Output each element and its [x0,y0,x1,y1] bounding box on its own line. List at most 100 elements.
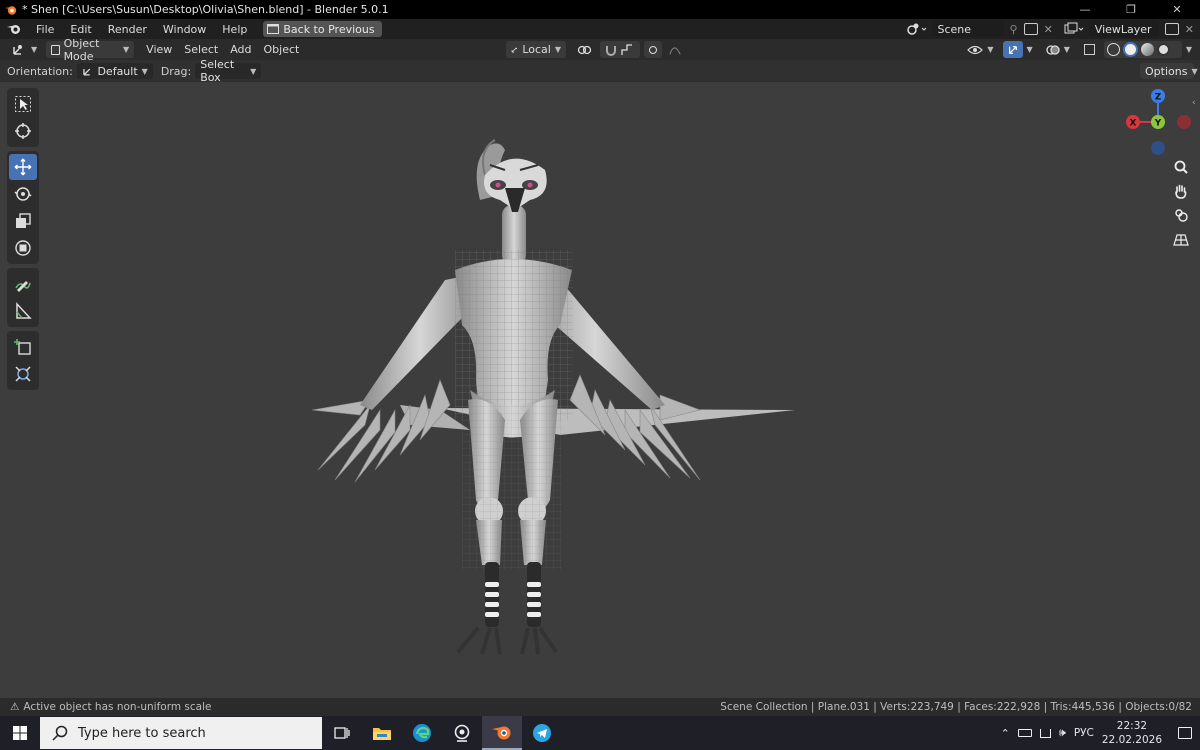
viewport-menu-select[interactable]: Select [178,43,224,56]
cursor-tool[interactable] [9,118,37,144]
pivot-point-button[interactable] [572,41,598,58]
z-axis-label: Z [1155,93,1162,103]
3d-cursor-icon [15,123,31,139]
transform-tool[interactable] [9,235,37,261]
camera-view-button[interactable] [1170,204,1192,226]
xray-toggle[interactable] [1079,41,1100,58]
wireframe-shading-icon[interactable] [1106,43,1120,56]
menu-edit[interactable]: Edit [62,23,99,36]
remove-scene-icon[interactable]: ✕ [1044,23,1053,36]
gizmo-toggle[interactable] [1002,41,1023,58]
tray-chevron-up-icon[interactable]: ⌃ [1001,727,1010,740]
menu-window[interactable]: Window [155,23,214,36]
neg-x-axis-icon[interactable] [1177,115,1191,129]
rotate-icon [14,187,32,201]
visibility-button[interactable]: ▼ [962,41,998,58]
new-view-layer-icon[interactable] [1164,23,1179,35]
viewport-menu-add[interactable]: Add [224,43,257,56]
zoom-button[interactable] [1170,156,1192,178]
annotate-tool[interactable] [9,271,37,297]
scene-name-field[interactable]: Scene [931,21,1004,37]
shear-tool[interactable] [9,361,37,387]
taskbar-search-box[interactable]: Type here to search [40,717,322,749]
status-warning-text: Active object has non-uniform scale [23,701,212,713]
view-layer-selector-icon[interactable] [1063,22,1085,36]
options-label: Options [1145,64,1188,78]
measure-tool[interactable] [9,298,37,324]
navigation-gizmo[interactable]: Z X Y [1118,85,1198,160]
pin-icon[interactable]: ⚲ [1010,23,1018,36]
window-title: * Shen [C:\Users\Susun\Desktop\Olivia\Sh… [22,3,389,16]
back-to-previous-button[interactable]: Back to Previous [263,21,382,37]
falloff-button[interactable] [664,41,686,58]
options-dropdown[interactable]: Options ▼ [1140,63,1198,79]
chevron-down-icon[interactable]: ▼ [1186,45,1192,54]
scale-tool[interactable] [9,208,37,234]
viewport-menu-object[interactable]: Object [258,43,306,56]
pan-button[interactable] [1170,180,1192,202]
viewport-header: ▼ Object Mode ▼ View Select Add Object L… [0,37,1200,63]
scene-selector-icon[interactable] [906,22,928,36]
taskbar-edge[interactable] [402,716,442,750]
volume-icon[interactable]: 🕪 [1059,726,1066,740]
scene-name: Scene [937,22,972,36]
telegram-icon [533,724,551,742]
move-tool[interactable] [9,154,37,180]
material-shading-icon[interactable] [1140,43,1154,56]
snap-toggle[interactable] [600,41,640,58]
network-icon[interactable] [1039,728,1051,738]
shear-icon [15,366,31,382]
menu-help[interactable]: Help [214,23,255,36]
sidebar-toggle-icon[interactable]: ‹ [1192,98,1196,108]
rendered-shading-icon[interactable] [1156,43,1170,56]
taskbar-telegram[interactable] [522,716,562,750]
top-menu-bar: File Edit Render Window Help Back to Pre… [0,19,1200,39]
battery-icon[interactable] [1017,729,1032,737]
chevron-down-icon: ▼ [554,45,561,54]
taskbar-file-explorer[interactable] [362,716,402,750]
rotate-tool[interactable] [9,181,37,207]
maximize-button[interactable]: ❐ [1108,3,1154,16]
view-layer-name-field[interactable]: ViewLayer [1088,21,1159,37]
back-to-previous-label: Back to Previous [283,22,375,36]
orientation-dropdown[interactable]: Default ▼ [76,63,153,79]
edge-browser-icon [413,724,431,742]
overlays-button[interactable]: ▼ [1041,41,1075,58]
object-mode-icon [51,44,60,55]
add-cube-tool[interactable] [9,334,37,360]
notification-center-icon[interactable] [1178,727,1192,739]
perspective-toggle-button[interactable] [1170,229,1192,251]
taskbar-blender[interactable] [482,716,522,750]
neg-z-axis-icon[interactable] [1151,141,1165,155]
proportional-editing-toggle[interactable] [644,41,662,58]
blender-menu-icon[interactable] [6,22,22,36]
chevron-down-icon[interactable]: ▼ [1027,45,1033,54]
grid-perspective-icon [1173,234,1189,246]
scale-icon [16,213,31,228]
taskbar-clock[interactable]: 22:32 22.02.2026 [1102,719,1162,747]
3d-viewport[interactable]: Z X Y ‹ [0,82,1200,698]
editor-type-button[interactable]: ▼ [6,41,42,58]
viewport-menu-view[interactable]: View [140,43,178,56]
drag-dropdown[interactable]: Select Box ▼ [195,58,262,84]
overlays-icon [1046,44,1060,55]
input-language[interactable]: РУС [1074,727,1094,739]
orientation-value: Default [97,64,138,78]
menu-render[interactable]: Render [100,23,155,36]
mode-dropdown[interactable]: Object Mode ▼ [46,37,135,63]
move-arrows-icon [14,158,32,176]
remove-view-layer-icon[interactable]: ✕ [1185,23,1194,36]
taskbar-app-camera[interactable] [442,716,482,750]
start-button[interactable] [0,716,40,750]
system-tray: ⌃ 🕪 РУС 22:32 22.02.2026 [1001,719,1200,747]
solid-shading-icon[interactable] [1122,42,1138,57]
transform-orientation-dropdown[interactable]: Local ▼ [506,41,566,58]
close-button[interactable]: ✕ [1154,3,1200,16]
falloff-curve-icon [669,46,681,55]
new-scene-icon[interactable] [1023,23,1038,35]
menu-file[interactable]: File [28,23,62,36]
select-box-tool[interactable] [9,91,37,117]
task-view-icon [334,727,350,739]
task-view-button[interactable] [322,716,362,750]
minimize-button[interactable]: — [1062,3,1108,16]
